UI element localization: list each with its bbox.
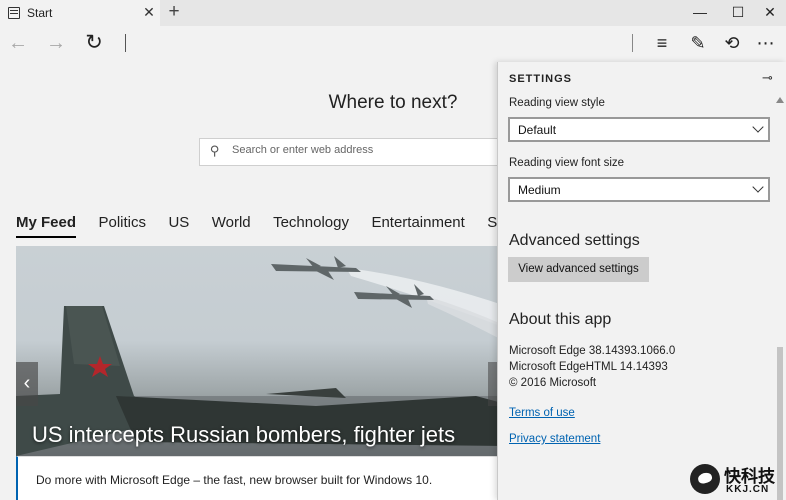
tab-close-icon[interactable]: ✕ bbox=[142, 4, 156, 21]
tab-title: Start bbox=[27, 6, 53, 20]
copyright: © 2016 Microsoft bbox=[509, 377, 597, 389]
back-button[interactable]: ← bbox=[4, 30, 32, 58]
start-page-icon bbox=[8, 7, 20, 19]
promo-text: Do more with Microsoft Edge – the fast, … bbox=[36, 473, 433, 487]
watermark: 快科技 KKJ.CN bbox=[690, 462, 786, 500]
reading-view-style-label: Reading view style bbox=[509, 97, 605, 109]
minimize-button[interactable]: — bbox=[680, 2, 720, 24]
advanced-settings-heading: Advanced settings bbox=[509, 232, 640, 249]
chevron-down-icon bbox=[752, 181, 764, 193]
chevron-down-icon bbox=[752, 121, 764, 133]
hero-prev-button[interactable]: ‹ bbox=[16, 362, 38, 406]
feed-tabs: My Feed Politics US World Technology Ent… bbox=[16, 214, 549, 240]
web-note-icon[interactable]: ✎ bbox=[684, 30, 712, 58]
share-icon[interactable]: ⟲ bbox=[718, 30, 746, 58]
close-window-button[interactable]: ✕ bbox=[750, 2, 786, 24]
reading-view-style-value: Default bbox=[518, 123, 557, 137]
scroll-up-arrow-icon[interactable] bbox=[776, 97, 784, 103]
reading-view-font-size-value: Medium bbox=[518, 183, 561, 197]
hero-news-card[interactable]: US intercepts Russian bombers, fighter j… bbox=[16, 246, 506, 456]
tab-world[interactable]: World bbox=[212, 214, 251, 236]
view-advanced-settings-button[interactable]: View advanced settings bbox=[508, 257, 649, 282]
watermark-text-en: KKJ.CN bbox=[726, 484, 770, 495]
new-tab-button[interactable]: + bbox=[166, 1, 182, 23]
edge-promo-banner[interactable]: Do more with Microsoft Edge – the fast, … bbox=[16, 456, 506, 500]
settings-pane: SETTINGS ⊸ Reading view style Default Re… bbox=[497, 62, 786, 500]
edge-version: Microsoft Edge 38.14393.1066.0 bbox=[509, 345, 676, 357]
hero-caption[interactable]: US intercepts Russian bombers, fighter j… bbox=[32, 422, 455, 448]
about-heading: About this app bbox=[509, 311, 612, 328]
settings-scrollbar[interactable] bbox=[774, 97, 786, 500]
navigation-toolbar: ← → ↻ ≡ ✎ ⟲ ⋯ bbox=[0, 26, 786, 62]
privacy-statement-link[interactable]: Privacy statement bbox=[509, 433, 600, 445]
tab-start[interactable]: Start ✕ bbox=[0, 0, 160, 26]
terms-of-use-link[interactable]: Terms of use bbox=[509, 407, 575, 419]
tab-technology[interactable]: Technology bbox=[273, 214, 349, 236]
forward-button[interactable]: → bbox=[42, 30, 70, 58]
title-bar: Start ✕ + — ☐ ✕ bbox=[0, 0, 786, 26]
search-icon: ⚲ bbox=[210, 143, 220, 158]
toolbar-divider bbox=[125, 34, 126, 52]
refresh-button[interactable]: ↻ bbox=[80, 30, 108, 58]
watermark-logo-icon bbox=[690, 464, 720, 494]
tab-politics[interactable]: Politics bbox=[98, 214, 146, 236]
reading-view-style-select[interactable]: Default bbox=[508, 117, 770, 142]
more-actions-icon[interactable]: ⋯ bbox=[752, 30, 780, 58]
pin-icon[interactable]: ⊸ bbox=[762, 70, 773, 86]
reading-view-font-size-select[interactable]: Medium bbox=[508, 177, 770, 202]
tab-us[interactable]: US bbox=[168, 214, 189, 236]
edgehtml-version: Microsoft EdgeHTML 14.14393 bbox=[509, 361, 668, 373]
reading-view-font-size-label: Reading view font size bbox=[509, 157, 625, 169]
tab-my-feed[interactable]: My Feed bbox=[16, 214, 77, 238]
tab-entertainment[interactable]: Entertainment bbox=[371, 214, 464, 236]
settings-title: SETTINGS bbox=[509, 73, 573, 85]
toolbar-divider bbox=[632, 34, 633, 52]
hub-icon[interactable]: ≡ bbox=[648, 30, 676, 58]
